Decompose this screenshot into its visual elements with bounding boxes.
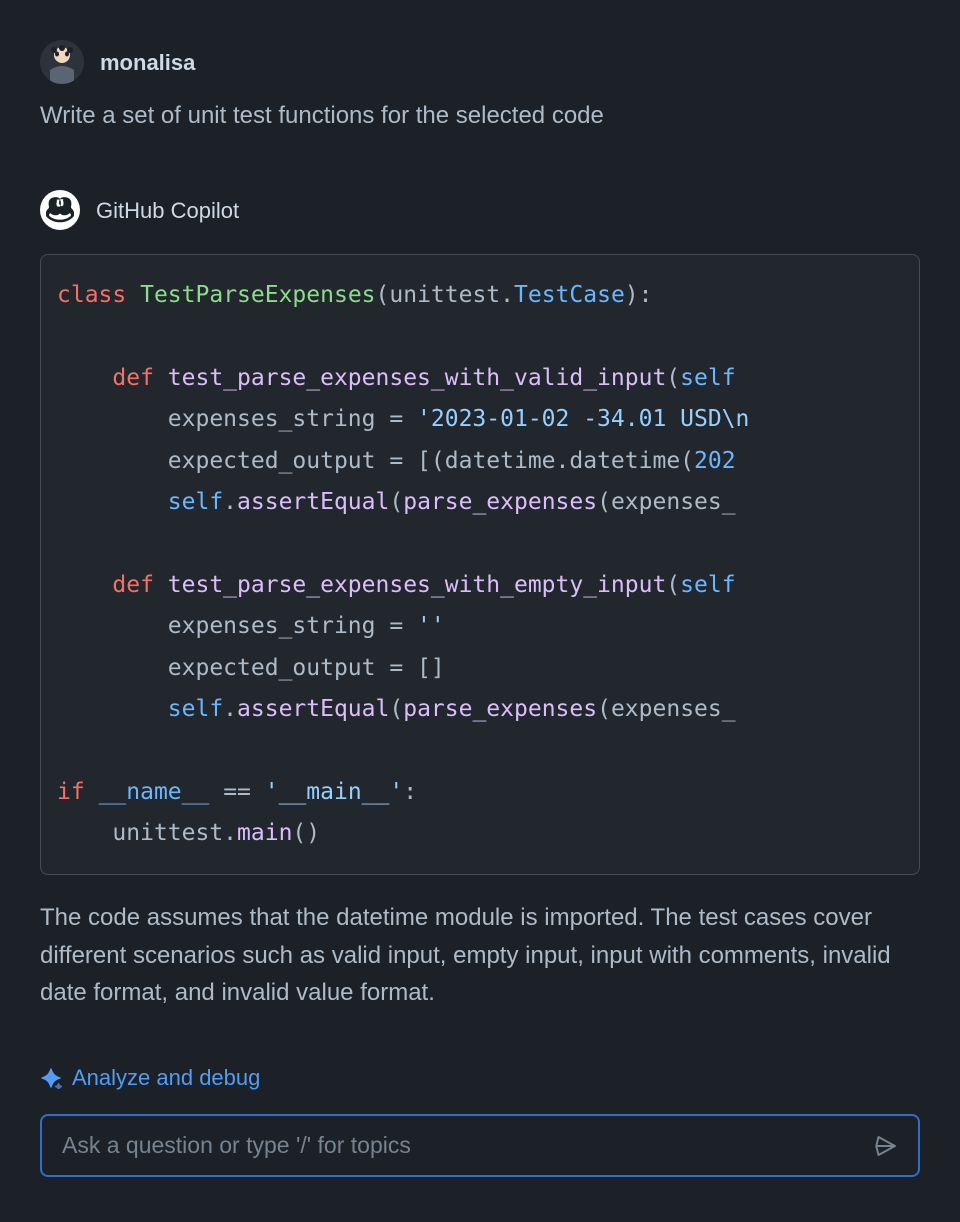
suggestion-link[interactable]: Analyze and debug (40, 1061, 920, 1094)
chat-input-container[interactable] (40, 1114, 920, 1177)
avatar-image-icon (40, 40, 84, 84)
username: monalisa (100, 46, 195, 79)
code-block: class TestParseExpenses(unittest.TestCas… (40, 254, 920, 875)
user-avatar (40, 40, 84, 84)
assistant-name: GitHub Copilot (96, 194, 239, 227)
copilot-avatar (40, 190, 80, 230)
assistant-message-header: GitHub Copilot (40, 190, 920, 230)
chat-input[interactable] (62, 1132, 858, 1159)
copilot-icon (46, 196, 74, 224)
keyword: class (57, 282, 126, 308)
user-message-header: monalisa (40, 40, 920, 84)
user-prompt: Write a set of unit test functions for t… (40, 98, 920, 134)
sparkle-icon (40, 1067, 62, 1089)
suggestion-label: Analyze and debug (72, 1061, 260, 1094)
class-name: TestParseExpenses (140, 282, 375, 308)
assistant-explanation: The code assumes that the datetime modul… (40, 899, 920, 1011)
send-icon[interactable] (874, 1134, 898, 1158)
